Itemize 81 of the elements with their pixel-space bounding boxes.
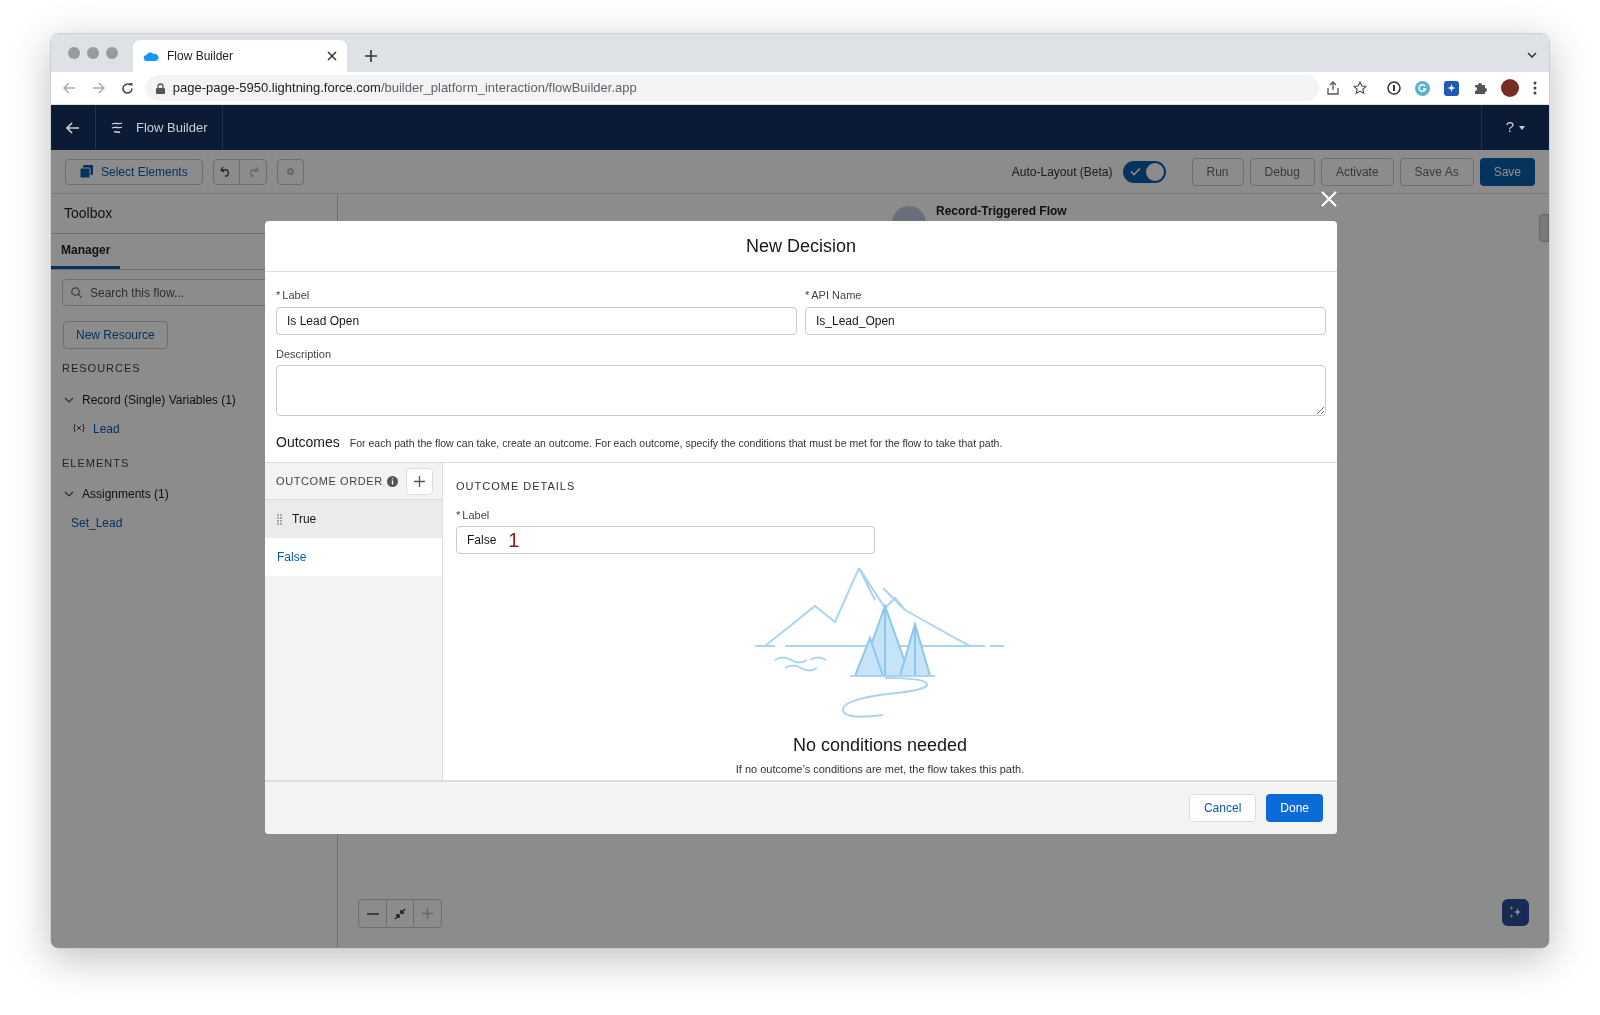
close-icon[interactable] — [327, 51, 337, 61]
tree-item[interactable]: Set_Lead — [71, 514, 123, 532]
footer-button[interactable]: Cancel — [1188, 794, 1257, 822]
empty-state-text: If no outcome’s conditions are met, the flow takes this path. — [735, 762, 1025, 777]
section-title: Outcomes — [276, 433, 340, 452]
star-icon[interactable] — [1353, 81, 1367, 95]
chevron-icon[interactable] — [64, 491, 74, 497]
field-label: Label — [462, 507, 490, 523]
start-node-title: Record-Triggered Flow — [936, 203, 1067, 220]
address-bar[interactable]: page-page-5950.lightning.force.com/builder_platform_interaction/flowBuilder.app — [145, 75, 1319, 101]
check-icon — [1129, 167, 1141, 176]
tab-title: Flow Builder — [167, 48, 235, 65]
sparkle-extension-icon[interactable] — [1444, 80, 1459, 96]
forward-arrow-icon[interactable] — [91, 82, 105, 94]
extension-circle-icon[interactable] — [1415, 80, 1430, 96]
window-close-light[interactable] — [68, 47, 80, 59]
help-menu[interactable]: ? — [1505, 116, 1515, 139]
share-icon[interactable] — [1327, 81, 1339, 95]
window-zoom-light[interactable] — [106, 47, 118, 59]
auto-layout-label: Auto-Layout (Beta) — [1011, 163, 1113, 181]
outcome-list-item[interactable]: False — [265, 538, 442, 576]
more-vertical-icon[interactable] — [1533, 81, 1537, 95]
settings-icon — [284, 166, 296, 177]
panel-tab[interactable]: Manager — [51, 234, 121, 269]
info-circle-icon[interactable] — [1387, 81, 1401, 95]
empty-state-title: No conditions needed — [792, 734, 968, 757]
drag-handle-icon[interactable] — [277, 513, 282, 525]
annotation-number: 1 — [508, 530, 520, 550]
lock-icon — [155, 82, 165, 94]
required-mark: * — [805, 288, 810, 303]
tree-group-label[interactable]: Assignments (1) — [82, 485, 169, 503]
diagonal-arrows-icon — [394, 907, 406, 920]
text-field[interactable]: Is_Lead_Open — [805, 306, 1326, 335]
url-text: page-page-5950.lightning.force.com/builder_platform_interaction/flowBuilder.app — [172, 79, 637, 98]
field-label: API Name — [811, 288, 862, 303]
auto-layout-toggle[interactable] — [1122, 160, 1166, 183]
new-tab-icon[interactable] — [365, 50, 377, 62]
footer-button[interactable]: Done — [1266, 794, 1323, 822]
field-label: Label — [282, 288, 310, 303]
text-field[interactable]: Is Lead Open — [276, 306, 797, 335]
info-icon — [386, 475, 398, 487]
outcome-details-heading: OUTCOME DETAILS — [456, 479, 577, 494]
profile-avatar[interactable] — [1501, 79, 1519, 97]
outcome-list-item[interactable]: True — [265, 500, 442, 538]
section-heading: RESOURCES — [61, 361, 142, 376]
select-elements-button[interactable]: Select Elements — [65, 158, 203, 185]
panel-title: Toolbox — [64, 204, 113, 223]
window-minimize-light[interactable] — [87, 47, 99, 59]
ai-assistant-button[interactable] — [1502, 899, 1529, 926]
plus-icon — [422, 908, 433, 919]
description-field[interactable] — [276, 365, 1326, 416]
cloud-icon — [143, 50, 159, 62]
field-label: Description — [276, 346, 333, 362]
chevron-icon[interactable] — [64, 396, 74, 403]
chevron-down-icon[interactable] — [1527, 52, 1537, 58]
add-outcome-button[interactable] — [405, 467, 433, 495]
tree-item[interactable]: Lead — [93, 419, 120, 438]
required-mark: * — [276, 288, 281, 303]
variable-icon — [72, 422, 86, 435]
minus-icon — [366, 912, 379, 915]
puzzle-icon[interactable] — [1473, 81, 1487, 95]
outcome-order-heading: OUTCOME ORDER — [276, 473, 383, 489]
section-description: For each path the flow can take, create an outcome. For each outcome, specify the conditions that must be met for the flow to take that path. — [349, 436, 1003, 451]
app-title: Flow Builder — [136, 118, 208, 137]
browser-tab[interactable]: Flow Builder — [133, 40, 347, 72]
plus-icon — [413, 475, 425, 487]
tree-group-label[interactable]: Record (Single) Variables (1) — [82, 390, 236, 409]
toggle-knob — [1145, 162, 1164, 181]
required-mark: * — [456, 507, 461, 523]
caret-icon — [1519, 125, 1526, 130]
sparkle-icon — [1508, 905, 1523, 920]
flow-icon — [110, 120, 124, 135]
select-icon — [80, 165, 93, 178]
section-heading: ELEMENTS — [61, 455, 131, 471]
reload-icon[interactable] — [120, 81, 134, 95]
outcome-label-field[interactable]: False 1 — [456, 526, 875, 554]
new-resource-button[interactable]: New Resource — [63, 321, 168, 349]
back-arrow-icon[interactable] — [66, 121, 80, 134]
modal-title: New Decision — [745, 234, 856, 258]
toolbar-button[interactable]: Save — [1479, 157, 1535, 186]
search-icon — [71, 287, 82, 298]
